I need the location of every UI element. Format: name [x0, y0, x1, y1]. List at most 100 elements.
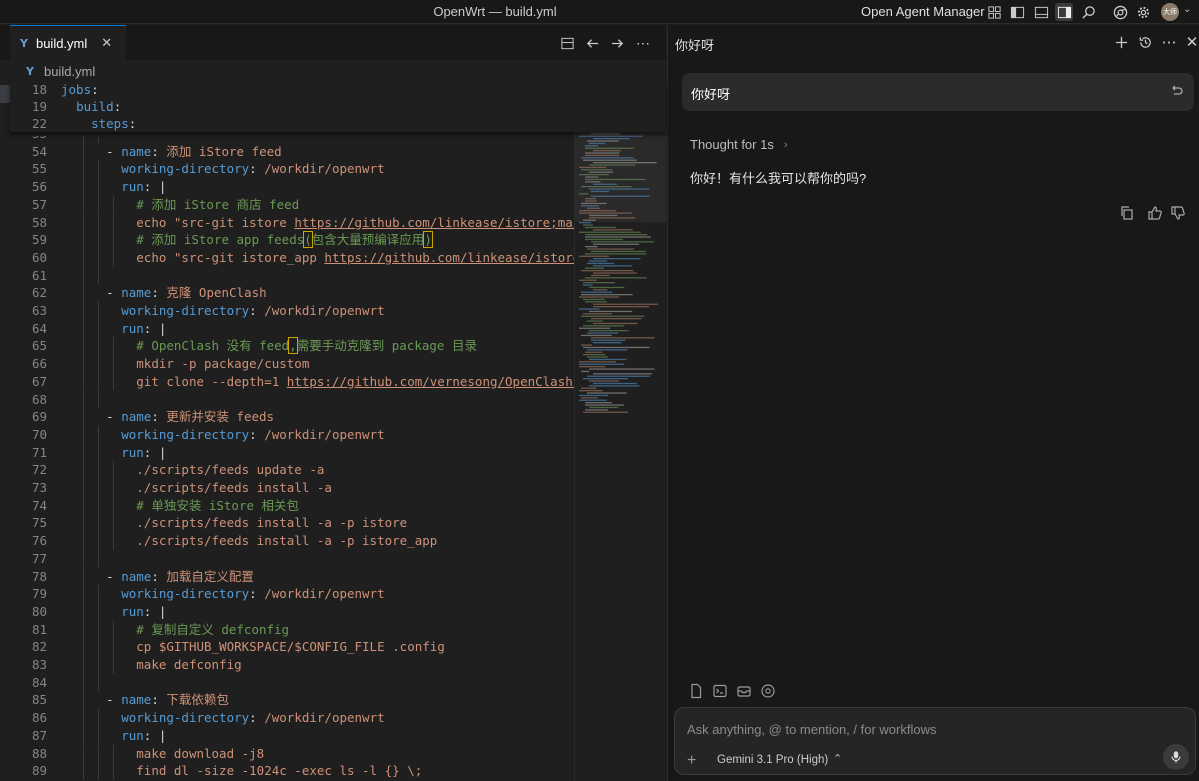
code-line[interactable]: 72 ./scripts/feeds update -a	[10, 461, 574, 479]
code-line[interactable]: 77	[10, 549, 574, 568]
chevron-up-icon[interactable]: ⌃	[833, 752, 842, 765]
inbox-icon[interactable]	[736, 683, 752, 699]
code-line[interactable]: 83 make defconfig	[10, 656, 574, 674]
code-line[interactable]: 56 run: |	[10, 178, 574, 196]
forward-arrow-icon[interactable]	[608, 34, 626, 52]
code-line[interactable]: 54 - name: 添加 iStore feed	[10, 142, 574, 161]
plus-icon[interactable]	[1112, 33, 1130, 51]
code-line[interactable]: 76 ./scripts/feeds install -a -p istore_…	[10, 532, 574, 550]
browser-icon[interactable]	[760, 683, 776, 699]
code-line[interactable]: 22 steps:	[10, 115, 574, 133]
code-line[interactable]: 62 - name: 克隆 OpenClash	[10, 284, 574, 302]
code-line[interactable]: 89 find dl -size -1024c -exec ls -l {} \…	[10, 762, 574, 780]
code-line[interactable]: 80 run: |	[10, 602, 574, 621]
minimap[interactable]	[574, 82, 666, 781]
copy-icon[interactable]	[1119, 205, 1135, 221]
split-editor-icon[interactable]	[558, 34, 576, 52]
close-icon[interactable]: ✕	[1183, 33, 1199, 51]
model-selector[interactable]: Gemini 3.1 Pro (High)	[717, 754, 828, 766]
code-line[interactable]: 65 # OpenClash 没有 feed,需要手动克隆到 package 目…	[10, 337, 574, 356]
code-line[interactable]: 66 mkdir -p package/custom	[10, 355, 574, 373]
minimap-line	[583, 378, 628, 380]
code-line[interactable]: 59 # 添加 iStore app feeds(包含大量预编译应用)	[10, 231, 574, 249]
tab-build-yml[interactable]: Y build.yml ✕	[10, 25, 126, 60]
minimap-line	[589, 380, 620, 382]
chat-input-box[interactable]: Ask anything, @ to mention, / for workfl…	[674, 707, 1196, 775]
more-icon[interactable]: ⋯	[634, 34, 652, 52]
code-line[interactable]: 87 run: |	[10, 726, 574, 745]
code-line[interactable]: 71 run: |	[10, 443, 574, 462]
thought-label: Thought for 1s	[690, 137, 774, 152]
minimap-line	[587, 332, 619, 334]
chevron-down-icon[interactable]: ⌄	[1183, 4, 1191, 15]
code-line[interactable]: 58 echo "src-git istore https://github.c…	[10, 213, 574, 232]
panel-left-icon[interactable]	[1008, 3, 1026, 21]
breadcrumb-file[interactable]: build.yml	[44, 64, 95, 79]
user-message[interactable]: 你好呀	[682, 73, 1194, 111]
chrome-icon[interactable]	[1111, 3, 1129, 21]
code-line[interactable]: 68	[10, 390, 574, 409]
code-line[interactable]: 81 # 复制自定义 defconfig	[10, 620, 574, 639]
minimap-line	[583, 298, 605, 301]
code-line[interactable]: 86 working-directory: /workdir/openwrt	[10, 709, 574, 727]
minimap-line	[581, 344, 593, 346]
code-line[interactable]: 55 working-directory: /workdir/openwrt	[10, 160, 574, 179]
code-line[interactable]: 57 # 添加 iStore 商店 feed	[10, 195, 574, 214]
code-line[interactable]: 18 jobs:	[10, 81, 574, 99]
gear-icon[interactable]	[1134, 3, 1152, 21]
line-number: 81	[31, 621, 47, 637]
code-line[interactable]: 78 - name: 加载自定义配置	[10, 567, 574, 586]
add-context-button[interactable]: +	[687, 752, 696, 770]
breadcrumb[interactable]: Y build.yml	[0, 60, 666, 82]
line-number: 85	[31, 692, 47, 708]
search-icon[interactable]	[1079, 3, 1097, 21]
microphone-button[interactable]	[1163, 744, 1189, 770]
thumbs-up-icon[interactable]	[1147, 205, 1163, 221]
minimap-line	[591, 274, 610, 277]
thought-toggle[interactable]: Thought for 1s ›	[690, 137, 788, 152]
undo-icon[interactable]	[1168, 83, 1184, 99]
terminal-icon[interactable]	[712, 683, 728, 699]
code-line[interactable]: 19 build:	[10, 98, 574, 116]
layout-icon[interactable]	[985, 3, 1003, 21]
minimap-line	[579, 296, 620, 298]
code-line[interactable]: 88 make download -j8	[10, 744, 574, 763]
more-icon[interactable]: ⋯	[1160, 33, 1178, 51]
code-line[interactable]: 85 - name: 下载依赖包	[10, 691, 574, 710]
chat-input-placeholder[interactable]: Ask anything, @ to mention, / for workfl…	[687, 722, 936, 737]
code-line[interactable]: 70 working-directory: /workdir/openwrt	[10, 425, 574, 444]
code-line[interactable]: 73 ./scripts/feeds install -a	[10, 479, 574, 497]
minimap-line	[593, 322, 638, 325]
open-agent-manager-button[interactable]: Open Agent Manager	[861, 4, 985, 19]
code-line[interactable]: 63 working-directory: /workdir/openwrt	[10, 302, 574, 320]
minimap-line	[585, 234, 648, 236]
minimap-line	[581, 270, 634, 272]
code-text: working-directory: /workdir/openwrt	[121, 586, 385, 602]
code-line[interactable]: 53	[10, 136, 574, 143]
back-arrow-icon[interactable]	[583, 34, 601, 52]
code-line[interactable]: 74 # 单独安装 iStore 相关包	[10, 496, 574, 515]
thumbs-down-icon[interactable]	[1170, 205, 1186, 221]
history-icon[interactable]	[1136, 33, 1154, 51]
code-line[interactable]: 75 ./scripts/feeds install -a -p istore	[10, 514, 574, 533]
line-number: 86	[31, 710, 47, 726]
avatar[interactable]: 大师	[1161, 3, 1179, 21]
code-line[interactable]: 69 - name: 更新并安装 feeds	[10, 408, 574, 426]
code-line[interactable]: 84	[10, 673, 574, 692]
file-icon[interactable]	[688, 683, 704, 699]
code-text: jobs:	[61, 82, 99, 97]
code-line[interactable]: 67 git clone --depth=1 https://github.co…	[10, 372, 574, 391]
close-icon[interactable]: ✕	[101, 35, 112, 51]
panel-bottom-icon[interactable]	[1032, 3, 1050, 21]
minimap-line	[593, 265, 632, 267]
code-area[interactable]: 5354 - name: 添加 iStore feed55 working-di…	[10, 136, 574, 781]
panel-right-icon[interactable]	[1055, 3, 1073, 21]
code-line[interactable]: 82 cp $GITHUB_WORKSPACE/$CONFIG_FILE .co…	[10, 638, 574, 656]
indent-guide	[82, 549, 84, 568]
sticky-scroll[interactable]: 18 jobs: 19 build: 22 steps:	[10, 81, 666, 132]
code-line[interactable]: 60 echo "src-git istore_app https://gith…	[10, 248, 574, 267]
code-line[interactable]: 64 run: |	[10, 319, 574, 338]
code-line[interactable]: 79 working-directory: /workdir/openwrt	[10, 585, 574, 603]
minimap-line	[589, 368, 655, 370]
code-line[interactable]: 61	[10, 266, 574, 285]
